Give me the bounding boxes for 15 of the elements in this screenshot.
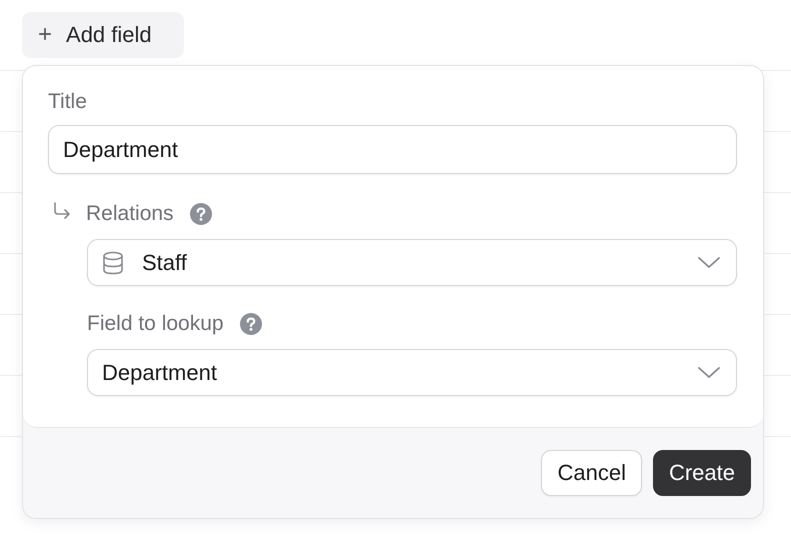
return-arrow-icon: [52, 202, 72, 220]
chevron-down-icon: [698, 256, 720, 268]
chevron-down-icon: [698, 366, 720, 378]
field-label: Relations: [86, 202, 174, 226]
create-button[interactable]: Create: [652, 450, 751, 496]
help-icon[interactable]: [240, 313, 262, 335]
relation-dropdown[interactable]: Staff: [87, 239, 737, 286]
lookup-dropdown[interactable]: Department: [87, 349, 737, 396]
title-input[interactable]: Department: [48, 125, 737, 174]
field-label: Field to lookup: [87, 312, 224, 336]
cancel-button[interactable]: Cancel: [541, 450, 642, 496]
help-icon[interactable]: [190, 203, 212, 225]
add-field-button[interactable]: + Add field: [22, 12, 184, 58]
field-label: Title: [48, 90, 88, 114]
database-icon: [102, 250, 124, 274]
